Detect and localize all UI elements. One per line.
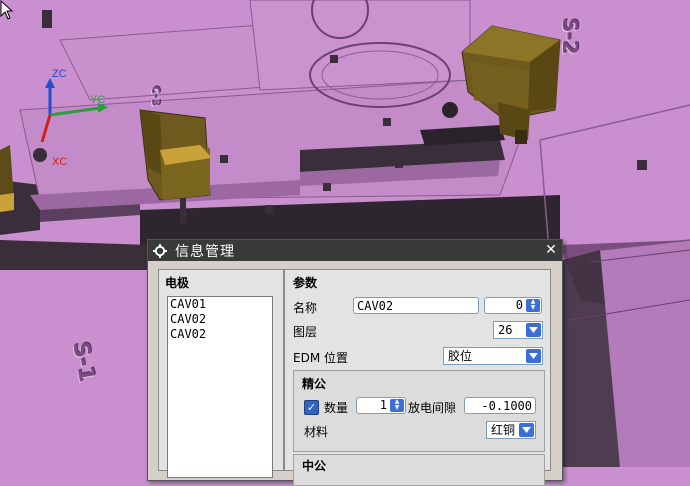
medium-electrode-group: 中公 bbox=[293, 454, 545, 486]
edm-position-select[interactable]: 胶位 bbox=[443, 347, 543, 365]
list-item[interactable]: CAV02 bbox=[168, 312, 272, 327]
gap-input[interactable]: -0.1000 bbox=[464, 397, 536, 414]
gap-label: 放电间隙 bbox=[408, 401, 457, 415]
electrode-list[interactable]: CAV01 CAV02 CAV02 bbox=[167, 296, 273, 478]
parameter-heading: 参数 bbox=[293, 276, 318, 290]
axis-triad bbox=[40, 78, 108, 143]
name-input[interactable]: CAV02 bbox=[353, 297, 479, 314]
count-label: 数量 bbox=[324, 401, 349, 415]
label-c3: C-3 bbox=[149, 86, 162, 107]
gear-icon[interactable] bbox=[151, 242, 169, 260]
edm-position-label: EDM 位置 bbox=[293, 351, 348, 365]
electrode-panel: 电极 CAV01 CAV02 CAV02 bbox=[158, 269, 284, 478]
fine-electrode-group: 精公 ✓ 数量 1 ▲ ▼ 放电间隙 -0.1000 材料 红铜 bbox=[293, 370, 545, 452]
medium-heading: 中公 bbox=[302, 459, 327, 473]
list-item[interactable]: CAV01 bbox=[168, 297, 272, 312]
list-item[interactable]: CAV02 bbox=[168, 327, 272, 342]
dialog-titlebar[interactable]: 信息管理 ✕ bbox=[148, 240, 562, 261]
material-label: 材料 bbox=[304, 425, 329, 439]
chevron-down-icon[interactable] bbox=[519, 423, 534, 437]
chevron-down-icon[interactable] bbox=[526, 323, 541, 337]
name-index-stepper[interactable]: 0 ▲ ▼ bbox=[484, 297, 542, 314]
info-management-dialog: 信息管理 ✕ 电极 CAV01 CAV02 CAV02 参数 名称 CAV02 … bbox=[147, 239, 563, 486]
parameter-panel: 参数 名称 CAV02 0 ▲ ▼ 图层 26 EDM 位置 胶位 精公 ✓ 数量… bbox=[284, 269, 551, 486]
count-checkbox[interactable]: ✓ bbox=[304, 400, 319, 415]
axis-yc-label: YC bbox=[90, 94, 106, 106]
name-label: 名称 bbox=[293, 301, 318, 315]
close-icon[interactable]: ✕ bbox=[543, 242, 559, 258]
mouse-cursor-icon bbox=[0, 0, 14, 20]
electrode-heading: 电极 bbox=[165, 276, 190, 290]
axis-xc-label: XC bbox=[52, 156, 68, 168]
layer-select[interactable]: 26 bbox=[493, 321, 543, 339]
spin-arrows-icon[interactable]: ▲ ▼ bbox=[390, 399, 404, 412]
layer-label: 图层 bbox=[293, 325, 318, 339]
axis-zc-label: ZC bbox=[52, 68, 67, 80]
spin-arrows-icon[interactable]: ▲ ▼ bbox=[526, 299, 540, 312]
fine-heading: 精公 bbox=[302, 377, 327, 391]
material-select[interactable]: 红铜 bbox=[486, 421, 536, 439]
dialog-title: 信息管理 bbox=[175, 243, 235, 260]
count-stepper[interactable]: 1 ▲ ▼ bbox=[356, 397, 406, 414]
chevron-down-icon[interactable] bbox=[526, 349, 541, 363]
label-s2: S-2 bbox=[558, 18, 582, 55]
